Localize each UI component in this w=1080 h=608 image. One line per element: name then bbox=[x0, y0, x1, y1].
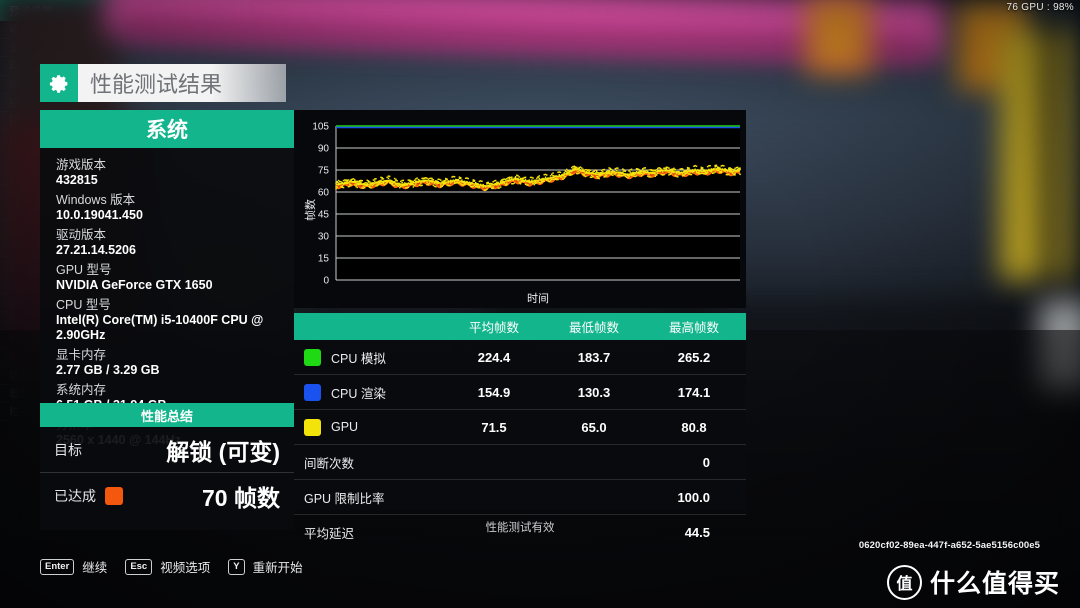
results-min: 65.0 bbox=[581, 419, 607, 435]
results-row-name: CPU 渲染 bbox=[294, 383, 444, 402]
key-esc[interactable]: Esc bbox=[125, 558, 153, 575]
svg-text:15: 15 bbox=[318, 254, 330, 265]
results-max: 174.1 bbox=[677, 384, 711, 400]
key-enter-label: 继续 bbox=[82, 561, 108, 575]
table-row: CPU 模拟 224.4 183.7 265.2 bbox=[294, 340, 746, 375]
legend-swatch-cpu-render bbox=[304, 383, 321, 401]
results-row-name: GPU bbox=[294, 418, 444, 436]
table-row: GPU 限制比率 100.0 bbox=[294, 480, 746, 515]
key-esc-label: 视频选项 bbox=[160, 561, 211, 575]
system-value: 432815 bbox=[56, 173, 98, 187]
results-header-min: 最低帧数 bbox=[568, 321, 619, 335]
results-row-label: GPU 限制比率 bbox=[304, 491, 385, 506]
watermark-text: 什么值得买 bbox=[929, 570, 1060, 598]
table-row: 间断次数 0 bbox=[294, 445, 746, 480]
results-row-label: 间断次数 bbox=[304, 456, 355, 471]
key-hints: Enter 继续 Esc 视频选项 Y 重新开始 bbox=[40, 557, 313, 576]
results-max: 80.8 bbox=[681, 419, 707, 435]
system-value: NVIDIA GeForce GTX 1650 bbox=[56, 278, 213, 292]
framerate-chart: 0 15 30 45 60 75 90 105 帧数时间 bbox=[294, 110, 746, 308]
system-key: Windows 版本 bbox=[56, 193, 136, 207]
legend-swatch-gpu bbox=[304, 418, 321, 436]
achieved-status-indicator bbox=[105, 486, 123, 505]
svg-text:时间: 时间 bbox=[527, 292, 549, 305]
performance-summary-header-text: 性能总结 bbox=[140, 408, 193, 424]
performance-summary-header: 性能总结 bbox=[40, 403, 294, 427]
results-value: 0 bbox=[702, 454, 710, 470]
system-key: GPU 型号 bbox=[56, 263, 112, 277]
performance-summary-body: 目标 解锁 (可变) 已达成 70 帧数 bbox=[40, 427, 294, 530]
achieved-label: 已达成 bbox=[54, 487, 96, 504]
watermark-badge: 值 bbox=[886, 564, 922, 600]
system-key: CPU 型号 bbox=[56, 298, 111, 312]
system-key: 显卡内存 bbox=[56, 348, 107, 362]
achieved-row: 已达成 70 帧数 bbox=[40, 473, 294, 518]
watermark: 值 什么值得买 bbox=[886, 564, 1060, 600]
system-value: Intel(R) Core(TM) i5-10400F CPU @ 2.90GH… bbox=[56, 313, 264, 342]
benchmark-valid-note: 性能测试有效 bbox=[485, 522, 555, 534]
system-info-list: 游戏版本 432815 Windows 版本 10.0.19041.450 驱动… bbox=[40, 148, 294, 447]
system-panel-header: 系统 bbox=[40, 110, 294, 148]
results-header-avg: 平均帧数 bbox=[468, 321, 519, 335]
framerate-chart-svg: 0 15 30 45 60 75 90 105 帧数时间 bbox=[294, 110, 746, 308]
system-value: 2.77 GB / 3.29 GB bbox=[56, 363, 160, 377]
results-row-name: CPU 模拟 bbox=[294, 348, 444, 367]
gpu-usage-indicator: 76 GPU : 98% bbox=[1006, 2, 1074, 13]
results-header-max: 最高帧数 bbox=[668, 321, 719, 335]
target-row: 目标 解锁 (可变) bbox=[40, 427, 294, 473]
results-value: 100.0 bbox=[677, 489, 710, 505]
legend-swatch-cpu-simulation bbox=[304, 348, 321, 366]
svg-text:105: 105 bbox=[312, 122, 329, 133]
system-key: 游戏版本 bbox=[56, 158, 107, 172]
system-value: 10.0.19041.450 bbox=[56, 208, 143, 222]
target-label: 目标 bbox=[54, 441, 82, 458]
gear-icon bbox=[40, 64, 78, 102]
system-value: 27.21.14.5206 bbox=[56, 243, 136, 257]
results-row-label: GPU bbox=[331, 420, 359, 434]
results-row-name: 间断次数 bbox=[294, 453, 444, 472]
table-row: GPU 71.5 65.0 80.8 bbox=[294, 410, 746, 445]
system-key: 系统内存 bbox=[56, 383, 107, 397]
achieved-value: 70 帧数 bbox=[202, 484, 280, 511]
results-avg: 224.4 bbox=[477, 349, 511, 365]
system-panel-header-text: 系统 bbox=[146, 119, 188, 142]
target-value: 解锁 (可变) bbox=[166, 438, 280, 465]
results-table-body: CPU 模拟 224.4 183.7 265.2 CPU 渲染 154.9 13… bbox=[294, 340, 746, 541]
key-enter[interactable]: Enter bbox=[40, 558, 75, 575]
svg-text:45: 45 bbox=[318, 210, 330, 221]
results-min: 130.3 bbox=[577, 384, 611, 400]
svg-text:75: 75 bbox=[318, 166, 330, 177]
benchmark-hash: 0620cf02-89ea-447f-a652-5ae5156c00e5 bbox=[858, 540, 1040, 551]
results-avg: 71.5 bbox=[481, 419, 507, 435]
system-key: 驱动版本 bbox=[56, 228, 107, 242]
results-avg: 154.9 bbox=[477, 384, 511, 400]
svg-text:60: 60 bbox=[318, 188, 330, 199]
svg-text:90: 90 bbox=[318, 144, 330, 155]
key-y[interactable]: Y bbox=[228, 558, 245, 575]
table-row: CPU 渲染 154.9 130.3 174.1 bbox=[294, 375, 746, 410]
results-min: 183.7 bbox=[577, 349, 611, 365]
svg-text:30: 30 bbox=[318, 232, 330, 243]
results-row-label: CPU 渲染 bbox=[331, 386, 386, 401]
svg-text:0: 0 bbox=[323, 276, 329, 287]
key-y-label: 重新开始 bbox=[252, 561, 303, 575]
results-max: 265.2 bbox=[677, 349, 711, 365]
results-row-label: CPU 模拟 bbox=[331, 351, 386, 366]
results-table-header: 平均帧数 最低帧数 最高帧数 bbox=[294, 313, 746, 340]
page-title-text: 性能测试结果 bbox=[90, 72, 223, 97]
svg-text:帧数: 帧数 bbox=[303, 199, 317, 221]
results-row-name: GPU 限制比率 bbox=[294, 488, 444, 507]
page-title: 性能测试结果 bbox=[40, 64, 286, 102]
